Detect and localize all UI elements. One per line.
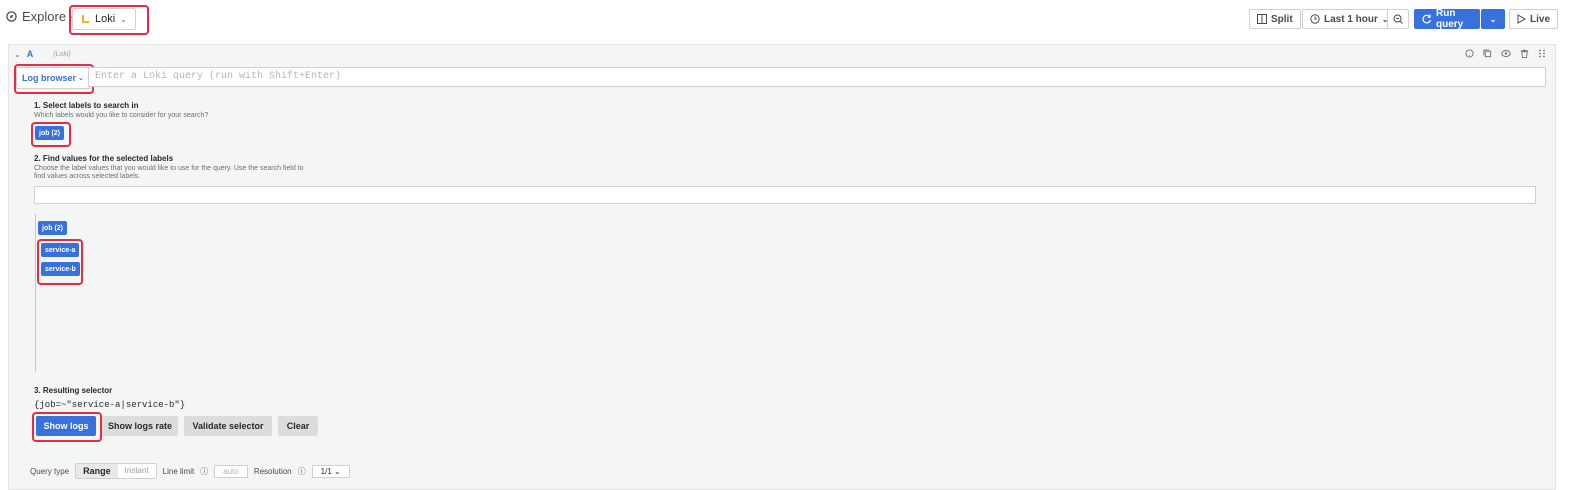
collapse-chevron-icon[interactable]: ⌄ xyxy=(14,50,21,59)
step1-description: Which labels would you like to consider … xyxy=(34,112,209,119)
live-label: Live xyxy=(1530,13,1551,25)
step2-description-line2: find values across selected labels. xyxy=(34,173,141,180)
help-icon[interactable] xyxy=(1465,49,1474,58)
run-query-dropdown[interactable]: ⌄ xyxy=(1481,9,1505,29)
query-type-instant[interactable]: Instant xyxy=(118,464,156,478)
query-type-range[interactable]: Range xyxy=(76,464,118,478)
resolution-select[interactable]: 1/1 ⌄ xyxy=(311,464,350,478)
eye-icon[interactable] xyxy=(1501,49,1511,58)
split-icon xyxy=(1257,14,1267,24)
query-type-label: Query type xyxy=(30,466,70,476)
time-range-picker[interactable]: Last 1 hour ⌄ xyxy=(1302,9,1397,29)
drag-handle-icon[interactable] xyxy=(1538,49,1546,58)
query-type-toggle: Range Instant xyxy=(75,463,157,479)
query-row-actions xyxy=(1465,49,1546,58)
line-limit-label: Line limit xyxy=(162,466,195,476)
step3-title: 3. Resulting selector xyxy=(34,386,113,395)
resolution-value: 1/1 xyxy=(320,466,332,476)
step1-title: 1. Select labels to search in xyxy=(34,101,139,110)
run-query-label: Run query xyxy=(1436,8,1464,30)
highlight-label-values xyxy=(37,239,83,285)
refresh-icon xyxy=(1422,14,1432,24)
clear-button[interactable]: Clear xyxy=(278,416,318,436)
query-options-row: Query type Range Instant Line limit ⓘ au… xyxy=(30,463,350,479)
query-datasource-hint: (Loki) xyxy=(53,50,71,58)
chevron-down-icon: ⌄ xyxy=(334,466,341,476)
query-ref-id[interactable]: A xyxy=(27,49,34,59)
chevron-down-icon: ⌄ xyxy=(1489,14,1497,24)
time-range-label: Last 1 hour xyxy=(1324,13,1378,25)
play-icon xyxy=(1517,14,1526,24)
split-button[interactable]: Split xyxy=(1249,9,1301,29)
highlight-label-chip xyxy=(31,122,71,147)
zoom-out-button[interactable] xyxy=(1387,9,1409,29)
explore-title: Explore xyxy=(22,9,67,24)
split-label: Split xyxy=(1271,13,1293,25)
zoom-out-icon xyxy=(1393,14,1403,24)
show-logs-rate-button[interactable]: Show logs rate xyxy=(102,416,178,436)
compass-icon xyxy=(6,11,17,22)
copy-icon[interactable] xyxy=(1483,49,1492,58)
query-row-header: ⌄ A (Loki) xyxy=(14,49,71,59)
label-values-search-input[interactable] xyxy=(34,186,1536,204)
highlight-show-logs xyxy=(32,412,102,442)
query-input[interactable]: Enter a Loki query (run with Shift+Enter… xyxy=(88,67,1546,87)
value-group-label-job: job (2) xyxy=(38,221,67,235)
clock-icon xyxy=(1310,14,1320,24)
info-icon: ⓘ xyxy=(200,466,209,476)
trash-icon[interactable] xyxy=(1520,49,1529,58)
values-list-divider xyxy=(35,214,36,372)
highlight-datasource xyxy=(69,5,149,35)
resulting-selector: {job=~"service-a|service-b"} xyxy=(34,400,186,410)
step2-title: 2. Find values for the selected labels xyxy=(34,154,174,163)
validate-selector-button[interactable]: Validate selector xyxy=(184,416,272,436)
info-icon: ⓘ xyxy=(297,466,306,476)
highlight-log-browser xyxy=(14,64,94,94)
run-query-button[interactable]: Run query xyxy=(1414,8,1480,30)
line-limit-input[interactable]: auto xyxy=(214,464,248,478)
resolution-label: Resolution xyxy=(253,466,292,476)
live-button[interactable]: Live xyxy=(1509,9,1559,29)
